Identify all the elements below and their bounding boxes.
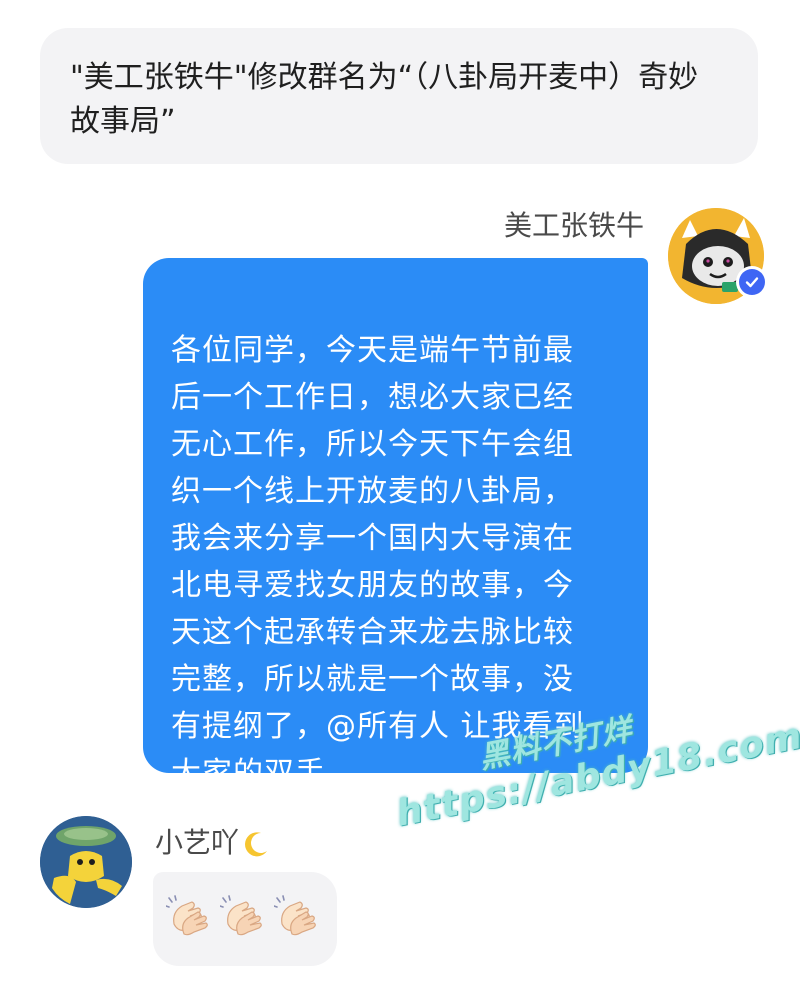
notice-text: "美工张铁牛"修改群名为“（八卦局开麦中）奇妙故事局” [70,60,699,139]
checkmark-icon [745,277,759,288]
clapping-hands-icon [220,895,262,936]
clapping-hands-icon [166,895,208,936]
verified-badge [736,266,768,298]
crescent-moon-icon [245,832,268,857]
yellow-figure-avatar-icon [40,816,132,908]
sender-name-left-text: 小艺吖 [155,826,240,859]
group-rename-notice: "美工张铁牛"修改群名为“（八卦局开麦中）奇妙故事局” [40,28,758,164]
message-bubble-right[interactable]: 各位同学，今天是端午节前最 后一个工作日，想必大家已经 无心工作，所以今天下午会… [143,258,648,791]
message-bubble-left[interactable] [153,872,337,966]
sender-name-right: 美工张铁牛 [503,209,644,242]
clapping-hands-icon [274,895,316,936]
sender-name-left: 小艺吖 [155,824,271,862]
avatar-left[interactable] [40,816,132,908]
